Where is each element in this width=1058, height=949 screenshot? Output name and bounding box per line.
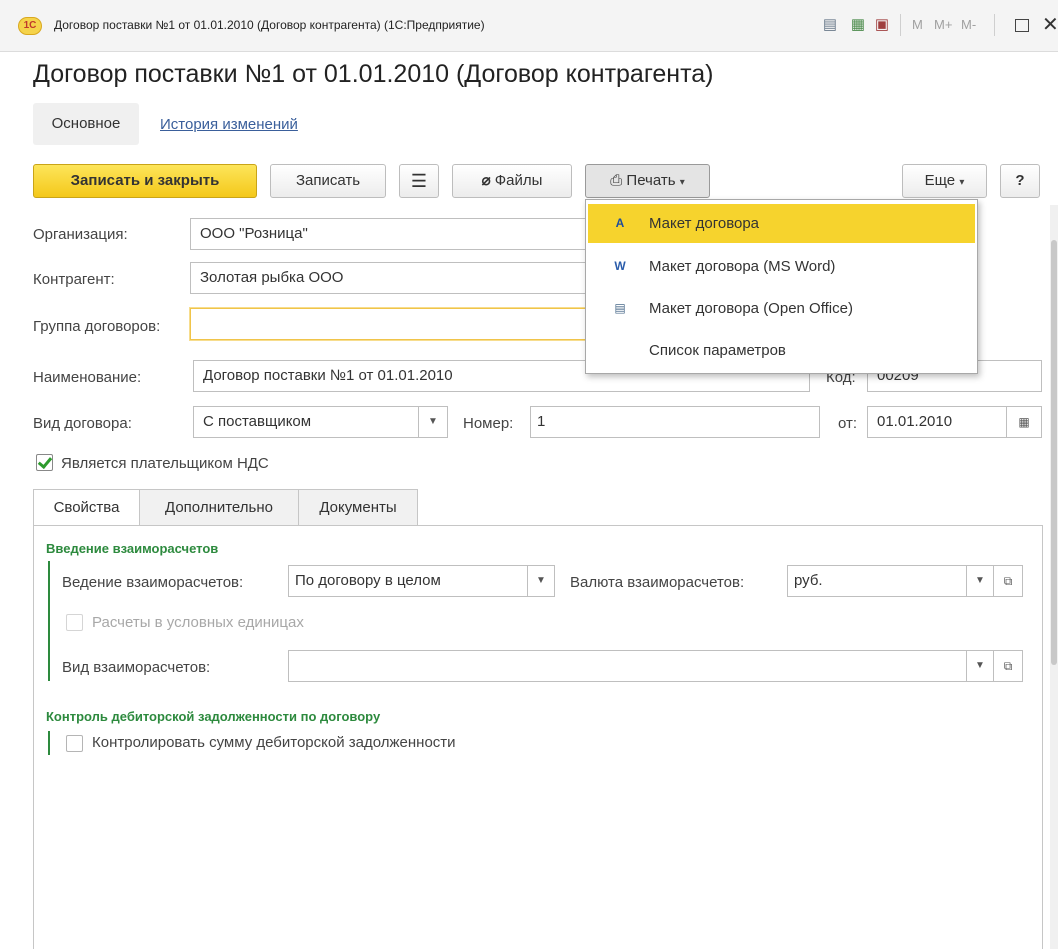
menu-item-label: Макет договора (MS Word)	[649, 258, 836, 275]
open-office-icon: ▤	[614, 301, 626, 315]
tab-properties[interactable]: Свойства	[33, 489, 140, 527]
currency-open-icon[interactable]: ⧉	[993, 565, 1023, 597]
contract-group-label: Группа договоров:	[33, 318, 161, 335]
chevron-down-icon: ▾	[959, 177, 965, 188]
close-window-icon[interactable]: ✕	[1042, 12, 1058, 37]
name-label: Наименование:	[33, 369, 142, 386]
more-button[interactable]: Еще ▾	[902, 164, 987, 198]
settlement-type-field[interactable]	[288, 650, 967, 682]
print-button-label: Печать	[626, 172, 676, 189]
calendar-picker-icon[interactable]: ▦	[1006, 406, 1042, 438]
restore-window-icon[interactable]	[1015, 19, 1029, 32]
conditional-units-checkbox[interactable]	[66, 614, 83, 631]
calendar-icon[interactable]: ▣	[872, 15, 892, 35]
settlement-type-dropdown-icon[interactable]: ▼	[966, 650, 994, 682]
calculator-icon[interactable]: ▦	[848, 15, 868, 35]
save-and-close-button[interactable]: Записать и закрыть	[33, 164, 257, 198]
number-field[interactable]: 1	[530, 406, 820, 438]
print-button[interactable]: ⎙ Печать ▾	[585, 164, 710, 198]
menu-item-label: Макет договора (Open Office)	[649, 300, 853, 317]
page-title: Договор поставки №1 от 01.01.2010 (Догов…	[33, 60, 714, 88]
date-field[interactable]: 01.01.2010	[867, 406, 1007, 438]
organization-field[interactable]: ООО "Розница"	[190, 218, 590, 250]
word-doc-icon: A	[615, 216, 625, 230]
memory-m-minus-button[interactable]: M-	[961, 17, 976, 32]
menu-item-contract-template-open-office[interactable]: ▤ Макет договора (Open Office)	[588, 289, 975, 328]
app-logo-icon: 1С	[18, 17, 42, 35]
scrollbar-thumb[interactable]	[1051, 240, 1057, 665]
tab-history-link[interactable]: История изменений	[160, 116, 298, 133]
toolbar-separator	[994, 14, 995, 36]
settlement-type-label: Вид взаиморасчетов:	[62, 659, 211, 676]
menu-item-parameter-list[interactable]: Список параметров	[588, 331, 975, 370]
structure-icon[interactable]: ☰	[399, 164, 439, 198]
menu-item-contract-template-ms-word[interactable]: W Макет договора (MS Word)	[588, 247, 975, 286]
menu-item-contract-template[interactable]: A Макет договора	[588, 204, 975, 243]
organization-label: Организация:	[33, 226, 128, 243]
contract-type-field[interactable]: С поставщиком	[193, 406, 419, 438]
settlement-currency-field[interactable]: руб.	[787, 565, 967, 597]
settlements-group-bar	[48, 561, 50, 681]
window-title: Договор поставки №1 от 01.01.2010 (Догов…	[54, 18, 485, 32]
help-button[interactable]: ?	[1000, 164, 1040, 198]
memory-m-plus-button[interactable]: M+	[934, 17, 952, 32]
control-receivables-checkbox[interactable]	[66, 735, 83, 752]
contract-type-dropdown-icon[interactable]: ▼	[418, 406, 448, 438]
ms-word-icon: W	[614, 259, 626, 273]
counterparty-label: Контрагент:	[33, 271, 115, 288]
more-button-label: Еще	[924, 172, 956, 189]
print-menu: A Макет договора W Макет договора (MS Wo…	[585, 199, 978, 374]
receivables-group-bar	[48, 731, 50, 755]
printer-icon: ⎙	[610, 172, 623, 189]
settlement-mode-dropdown-icon[interactable]: ▼	[527, 565, 555, 597]
files-button-label: Файлы	[494, 172, 543, 189]
print-preview-icon[interactable]: ▤	[820, 15, 840, 35]
settlement-type-open-icon[interactable]: ⧉	[993, 650, 1023, 682]
toolbar-separator	[900, 14, 901, 36]
paperclip-icon: ⌀	[481, 172, 491, 189]
contract-group-field[interactable]	[190, 308, 590, 340]
settlement-currency-label: Валюта взаиморасчетов:	[570, 574, 745, 591]
tab-documents[interactable]: Документы	[298, 489, 418, 526]
menu-item-label: Макет договора	[649, 215, 760, 232]
files-button[interactable]: ⌀ Файлы	[452, 164, 572, 198]
currency-dropdown-icon[interactable]: ▼	[966, 565, 994, 597]
tab-additional[interactable]: Дополнительно	[139, 489, 299, 526]
control-receivables-label: Контролировать сумму дебиторской задолже…	[92, 734, 456, 751]
vat-payer-checkbox[interactable]	[36, 454, 53, 471]
date-from-label: от:	[838, 415, 858, 432]
counterparty-field[interactable]: Золотая рыбка ООО	[190, 262, 590, 294]
receivables-group-title: Контроль дебиторской задолженности по до…	[46, 709, 381, 724]
settlement-mode-field[interactable]: По договору в целом	[288, 565, 528, 597]
chevron-down-icon: ▾	[679, 177, 685, 188]
window-titlebar: 1С Договор поставки №1 от 01.01.2010 (До…	[0, 0, 1058, 52]
number-label: Номер:	[463, 415, 514, 432]
menu-item-label: Список параметров	[649, 342, 786, 359]
contract-type-label: Вид договора:	[33, 415, 132, 432]
save-button[interactable]: Записать	[270, 164, 386, 198]
conditional-units-label: Расчеты в условных единицах	[92, 614, 304, 631]
memory-m-button[interactable]: M	[912, 17, 923, 32]
tab-main[interactable]: Основное	[33, 103, 139, 145]
settlement-mode-label: Ведение взаиморасчетов:	[62, 574, 244, 591]
settlements-group-title: Введение взаиморасчетов	[46, 541, 219, 556]
vat-payer-label: Является плательщиком НДС	[61, 455, 269, 472]
